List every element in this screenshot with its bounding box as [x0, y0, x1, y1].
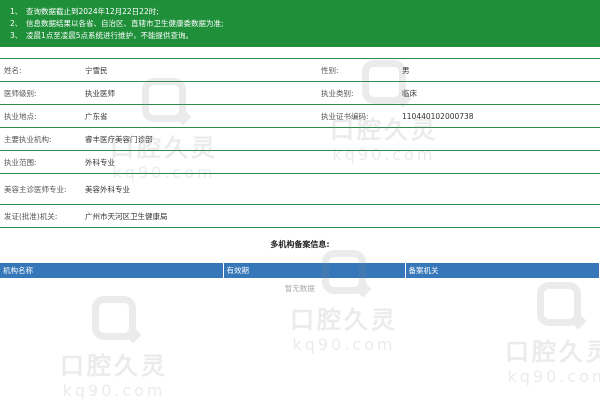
- watermark-brand: 口腔久灵: [60, 352, 168, 380]
- notice-list: 1、 查询数据截止到2024年12月22日22时; 2、 信息数据结果以各省、自治区…: [10, 6, 600, 42]
- watermark-domain: kq90.com: [292, 335, 396, 354]
- location-label: 执业地点:: [0, 104, 81, 128]
- name-label: 姓名:: [0, 58, 81, 82]
- category-label: 执业类别:: [317, 81, 398, 105]
- notice-item: 3、 凌晨1点至凌晨5点系统进行维护，不能提供查询。: [10, 31, 194, 40]
- doctor-info-table: 姓名: 宁雪民 性别: 男 医师级别: 执业医师 执业类别: 临床 执业地点: …: [0, 58, 600, 228]
- gender-label: 性别:: [317, 58, 398, 82]
- cosmetic-label: 美容主诊医师专业:: [0, 173, 81, 205]
- info-row: 姓名: 宁雪民 性别: 男: [0, 58, 600, 82]
- gender-value: 男: [398, 58, 600, 82]
- header-institution-name: 机构名称: [0, 263, 224, 278]
- watermark-domain: kq90.com: [507, 367, 600, 386]
- multi-institution-title: 多机构备案信息:: [270, 240, 330, 249]
- scope-label: 执业范围:: [0, 150, 81, 174]
- info-row: 执业范围: 外科专业: [0, 150, 600, 174]
- institution-label: 主要执业机构:: [0, 127, 81, 151]
- institution-value: 睿丰医疗美容门诊部: [81, 127, 600, 151]
- location-value: 广东省: [81, 104, 317, 128]
- info-row: 发证(批准)机关: 广州市天河区卫生健康局: [0, 204, 600, 228]
- cert-label: 执业证书编码:: [317, 104, 398, 128]
- info-row: 执业地点: 广东省 执业证书编码: 110440102000738: [0, 104, 600, 128]
- scope-value: 外科专业: [81, 150, 600, 174]
- watermark: 口腔久灵 kq90.com: [60, 296, 168, 400]
- cert-value: 110440102000738: [398, 104, 600, 128]
- name-value: 宁雪民: [81, 58, 317, 82]
- watermark-logo-icon: [92, 296, 136, 340]
- info-row: 美容主诊医师专业: 美容外科专业: [0, 173, 600, 205]
- watermark-brand: 口腔久灵: [505, 338, 600, 366]
- category-value: 临床: [398, 81, 600, 105]
- authority-value: 广州市天河区卫生健康局: [81, 204, 600, 228]
- empty-state-text: 暂无数据: [284, 283, 315, 293]
- notice-item: 2、 信息数据结果以各省、自治区、直辖市卫生健康委数据为准;: [10, 19, 224, 28]
- watermark-brand: 口腔久灵: [290, 306, 398, 334]
- notice-banner: 1、 查询数据截止到2024年12月22日22时; 2、 信息数据结果以各省、自治区…: [0, 0, 600, 47]
- table-header-row: 机构名称 有效期 备案机关: [0, 263, 600, 278]
- level-value: 执业医师: [81, 81, 317, 105]
- notice-item: 1、 查询数据截止到2024年12月22日22时;: [10, 7, 159, 16]
- level-label: 医师级别:: [0, 81, 81, 105]
- table-row: 暂无数据: [0, 278, 600, 298]
- header-filing-authority: 备案机关: [405, 263, 600, 278]
- info-row: 主要执业机构: 睿丰医疗美容门诊部: [0, 127, 600, 151]
- cosmetic-value: 美容外科专业: [81, 173, 600, 205]
- header-validity: 有效期: [223, 263, 406, 278]
- multi-institution-table: 机构名称 有效期 备案机关 暂无数据: [0, 263, 600, 298]
- info-row: 医师级别: 执业医师 执业类别: 临床: [0, 81, 600, 105]
- authority-label: 发证(批准)机关:: [0, 204, 81, 228]
- watermark-domain: kq90.com: [62, 381, 166, 400]
